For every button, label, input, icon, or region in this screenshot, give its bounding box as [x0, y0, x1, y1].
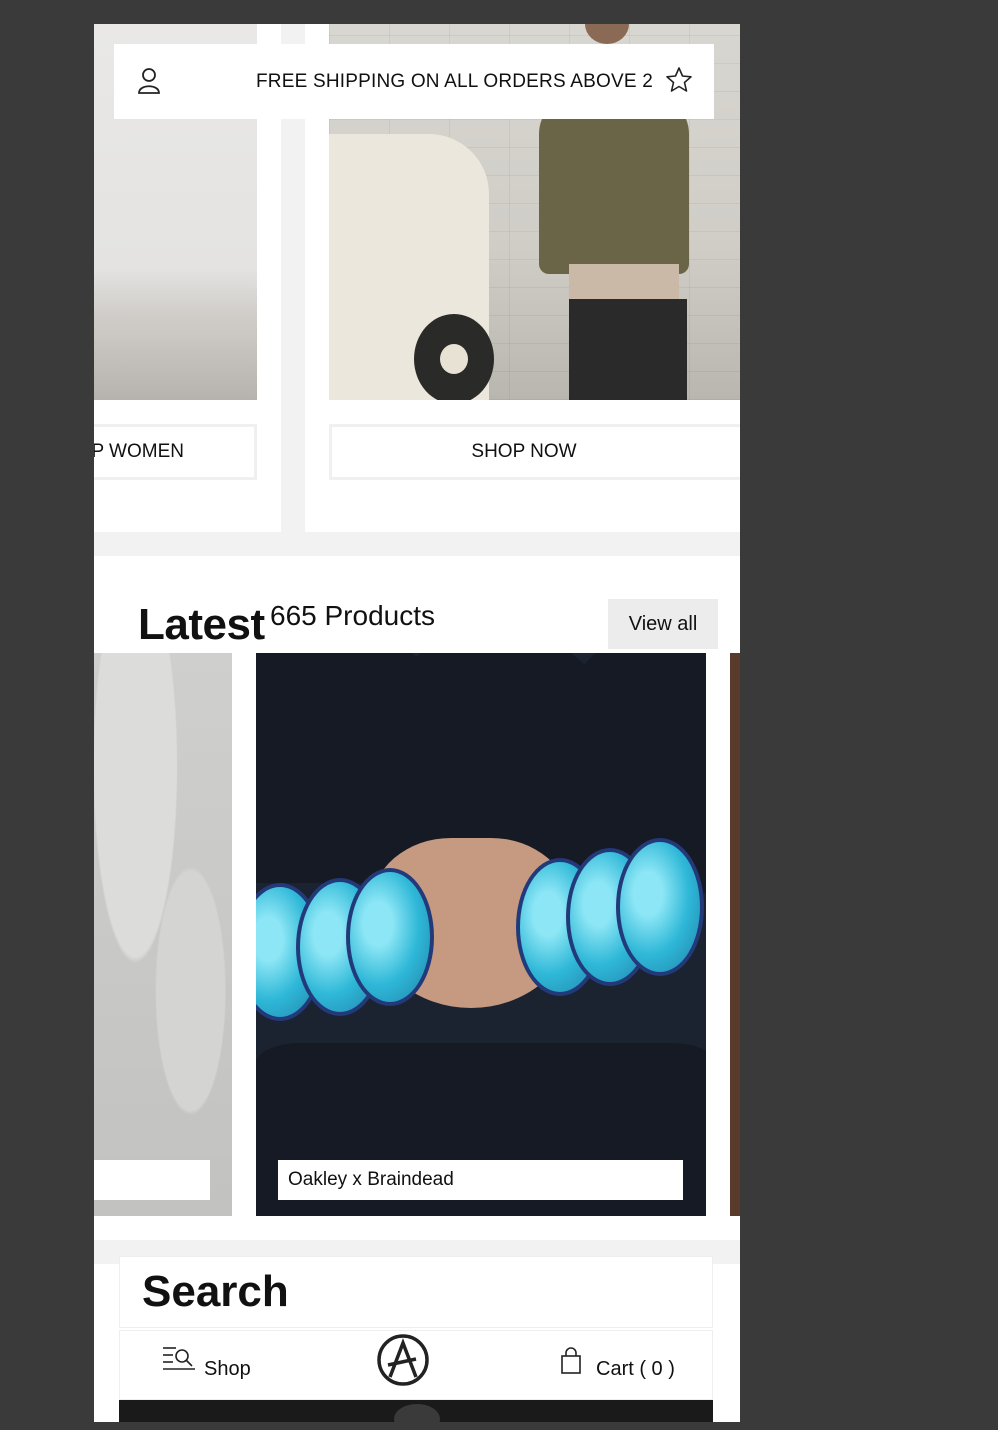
person-jacket — [539, 94, 689, 274]
mobile-viewport: P WOMEN SHOP NOW FREE SHIPPING ON ALL OR… — [94, 24, 740, 1422]
product-image — [94, 653, 232, 1216]
shop-women-label: P WOMEN — [94, 441, 184, 462]
nav-shop-label: Shop — [204, 1358, 251, 1380]
product-card[interactable]: Oakley x Braindead — [256, 653, 706, 1216]
search-section: Search Shop Cart (0) — [94, 1256, 740, 1422]
hero-ground — [94, 340, 257, 400]
wheel-graphic — [414, 314, 494, 400]
preview-image — [394, 1404, 440, 1422]
bottom-nav: Shop Cart ( 0 ) — [119, 1330, 713, 1400]
menu-search-icon — [163, 1347, 195, 1370]
lens-graphic — [616, 838, 704, 976]
announcement-text: FREE SHIPPING ON ALL ORDERS ABOVE 2 — [256, 71, 653, 92]
product-name: Oakley x Braindead — [278, 1160, 683, 1200]
product-count: 665 Products — [270, 600, 435, 631]
person-shirt — [569, 264, 679, 304]
person-pants — [569, 299, 687, 400]
product-card[interactable] — [94, 653, 232, 1216]
content-preview-strip — [119, 1400, 713, 1422]
brand-logo-icon[interactable] — [376, 1333, 430, 1387]
star-icon[interactable] — [665, 66, 693, 94]
shop-now-label: SHOP NOW — [471, 441, 577, 462]
user-icon[interactable] — [136, 66, 162, 96]
shopping-bag-icon — [561, 1347, 581, 1374]
section-gap — [94, 532, 740, 556]
search-title: Search — [142, 1267, 289, 1316]
top-bar: FREE SHIPPING ON ALL ORDERS ABOVE 2 — [114, 44, 714, 119]
hero-section: P WOMEN SHOP NOW FREE SHIPPING ON ALL OR… — [94, 24, 740, 532]
nav-cart-button[interactable]: Cart ( 0 ) — [560, 1347, 675, 1380]
shop-women-button[interactable]: P WOMEN — [94, 424, 257, 480]
latest-title: Latest — [138, 600, 265, 649]
shop-now-button[interactable]: SHOP NOW — [329, 424, 740, 480]
nav-shop-button[interactable]: Shop — [162, 1345, 251, 1380]
product-card[interactable] — [730, 653, 740, 1216]
product-name — [94, 1160, 210, 1200]
view-all-button[interactable]: View all — [608, 599, 718, 649]
search-header[interactable]: Search — [119, 1256, 713, 1328]
lens-graphic — [346, 868, 434, 1006]
latest-section: Latest 665 Products View all Oakley x Br… — [94, 556, 740, 1240]
nav-cart-label: Cart ( 0 ) — [596, 1358, 675, 1380]
